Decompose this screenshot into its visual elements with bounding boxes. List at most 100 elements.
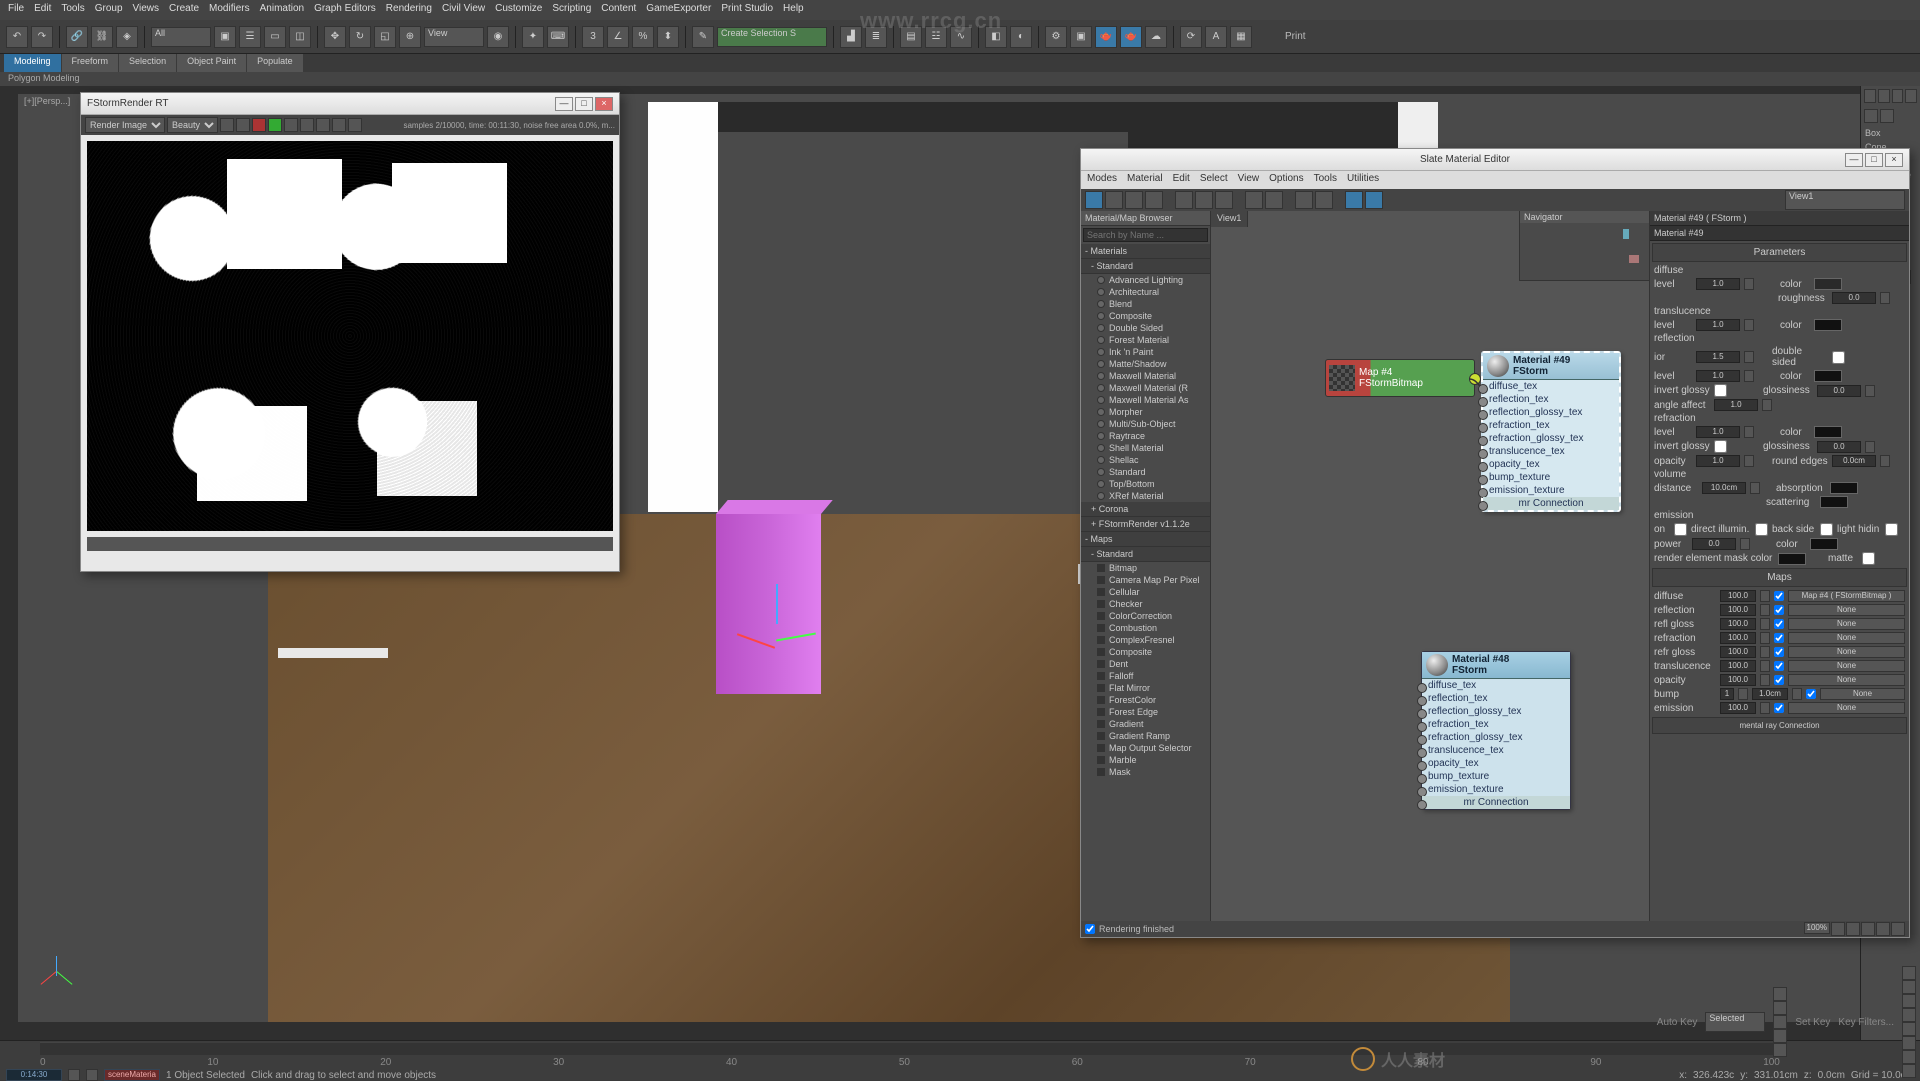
unlink-icon[interactable]: ⛓: [91, 26, 113, 48]
slate-menu-options[interactable]: Options: [1269, 173, 1303, 187]
spinner[interactable]: 100.0: [1720, 702, 1756, 714]
spinner[interactable]: 0.0: [1817, 385, 1861, 397]
browser-map-item[interactable]: Dent: [1081, 658, 1210, 670]
show-background-icon[interactable]: [1215, 191, 1233, 209]
spinner[interactable]: 100.0: [1720, 674, 1756, 686]
mat-id-icon[interactable]: [1295, 191, 1313, 209]
color-swatch[interactable]: [1810, 538, 1838, 550]
maximize-button[interactable]: □: [575, 97, 593, 111]
node-slot[interactable]: opacity_tex: [1422, 757, 1570, 770]
pivot-icon[interactable]: ◉: [487, 26, 509, 48]
spinner-button[interactable]: [1744, 426, 1754, 438]
select-name-icon[interactable]: ☰: [239, 26, 261, 48]
nav-icon[interactable]: [1902, 1022, 1916, 1036]
render-scrollbar[interactable]: [87, 537, 613, 551]
slate-material-editor[interactable]: Slate Material Editor — □ × ModesMateria…: [1080, 148, 1910, 938]
percent-snap-icon[interactable]: %: [632, 26, 654, 48]
pan-to-selected-icon[interactable]: [1891, 922, 1905, 936]
browser-map-item[interactable]: Cellular: [1081, 586, 1210, 598]
menu-customize[interactable]: Customize: [495, 3, 542, 17]
map-enable-checkbox[interactable]: [1774, 703, 1784, 713]
nav-icon[interactable]: [1902, 1008, 1916, 1022]
create-icon[interactable]: [1864, 89, 1876, 103]
map-enable-checkbox[interactable]: [1774, 605, 1784, 615]
move-children-icon[interactable]: [1145, 191, 1163, 209]
start-icon[interactable]: [268, 118, 282, 132]
spinner[interactable]: 1.0: [1714, 399, 1758, 411]
assign-icon[interactable]: [1105, 191, 1123, 209]
checkbox[interactable]: [1674, 523, 1687, 536]
filter-dropdown[interactable]: All: [151, 27, 211, 47]
bitmap-node[interactable]: Map #4FStormBitmap: [1325, 359, 1475, 397]
slate-menu-modes[interactable]: Modes: [1087, 173, 1117, 187]
mirror-icon[interactable]: ▟: [840, 26, 862, 48]
spinner-snap-icon[interactable]: ⬍: [657, 26, 679, 48]
node-slot[interactable]: refraction_glossy_tex: [1422, 731, 1570, 744]
select-by-mat-icon[interactable]: [1345, 191, 1363, 209]
node-slot[interactable]: opacity_tex: [1483, 458, 1619, 471]
browser-material-item[interactable]: Maxwell Material: [1081, 370, 1210, 382]
spinner-button[interactable]: [1760, 590, 1770, 602]
browser-map-item[interactable]: ColorCorrection: [1081, 610, 1210, 622]
slate-menu-view[interactable]: View: [1238, 173, 1260, 187]
browser-material-item[interactable]: Morpher: [1081, 406, 1210, 418]
spinner[interactable]: 1.0: [1696, 319, 1740, 331]
spinner-button[interactable]: [1744, 351, 1754, 363]
map-slot-button[interactable]: Map #4 ( FStormBitmap ): [1788, 590, 1905, 602]
spinner-button[interactable]: [1744, 278, 1754, 290]
browser-material-item[interactable]: Ink 'n Paint: [1081, 346, 1210, 358]
spinner-button[interactable]: [1865, 441, 1875, 453]
render-titlebar[interactable]: FStormRender RT — □ ×: [81, 93, 619, 115]
browser-material-item[interactable]: Shellac: [1081, 454, 1210, 466]
color-swatch[interactable]: [1778, 553, 1806, 565]
map-enable-checkbox[interactable]: [1774, 675, 1784, 685]
spinner-button[interactable]: [1738, 688, 1748, 700]
spinner[interactable]: 0.0: [1817, 441, 1861, 453]
browser-map-item[interactable]: Combustion: [1081, 622, 1210, 634]
section-corona[interactable]: + Corona: [1081, 502, 1210, 517]
pick-material-icon[interactable]: [1085, 191, 1103, 209]
slate-menu-edit[interactable]: Edit: [1173, 173, 1190, 187]
color-swatch[interactable]: [1830, 482, 1858, 494]
keymode-icon[interactable]: ⌨: [547, 26, 569, 48]
checkbox[interactable]: [1714, 440, 1727, 453]
render-setup-icon[interactable]: ⚙: [1045, 26, 1067, 48]
color-swatch[interactable]: [1814, 426, 1842, 438]
spinner[interactable]: 1.0: [1696, 278, 1740, 290]
material-node-48[interactable]: Material #48FStorm diffuse_texreflection…: [1421, 651, 1571, 810]
spinner-button[interactable]: [1760, 674, 1770, 686]
material-map-browser[interactable]: Material/Map Browser - Materials - Stand…: [1081, 211, 1211, 921]
spinner-button[interactable]: [1880, 455, 1890, 467]
checkbox[interactable]: [1755, 523, 1768, 536]
ribbon-tab-object paint[interactable]: Object Paint: [177, 54, 246, 72]
material-node-49[interactable]: Material #49FStorm diffuse_texreflection…: [1481, 351, 1621, 512]
map-slot-button[interactable]: None: [1820, 688, 1905, 700]
node-slot[interactable]: translucence_tex: [1483, 445, 1619, 458]
zoom-dropdown[interactable]: 100%: [1804, 922, 1830, 934]
ribbon-tab-populate[interactable]: Populate: [247, 54, 303, 72]
map-enable-checkbox[interactable]: [1774, 661, 1784, 671]
browser-material-item[interactable]: Blend: [1081, 298, 1210, 310]
bind-icon[interactable]: ◈: [116, 26, 138, 48]
parameter-editor[interactable]: Material #49 ( FStorm ) Material #49 Par…: [1649, 211, 1909, 921]
spinner[interactable]: 1.0: [1696, 455, 1740, 467]
map-slot-button[interactable]: None: [1788, 660, 1905, 672]
slate-menu-material[interactable]: Material: [1127, 173, 1163, 187]
show-map-icon[interactable]: [1195, 191, 1213, 209]
menu-tools[interactable]: Tools: [61, 3, 84, 17]
menu-printstudio[interactable]: Print Studio: [721, 3, 773, 17]
spinner[interactable]: 100.0: [1720, 604, 1756, 616]
autokey-button[interactable]: Auto Key: [1657, 1017, 1698, 1028]
spinner-button[interactable]: [1762, 399, 1772, 411]
spinner-button[interactable]: [1740, 538, 1750, 550]
redo-icon[interactable]: ↷: [31, 26, 53, 48]
ribbon-tab-selection[interactable]: Selection: [119, 54, 176, 72]
slate-menu-select[interactable]: Select: [1200, 173, 1228, 187]
select-rect-icon[interactable]: ▭: [264, 26, 286, 48]
browser-map-item[interactable]: Checker: [1081, 598, 1210, 610]
render-frame-icon[interactable]: ▣: [1070, 26, 1092, 48]
browser-map-item[interactable]: ComplexFresnel: [1081, 634, 1210, 646]
maps-rollout[interactable]: Maps: [1652, 568, 1907, 587]
a360-icon[interactable]: ⟳: [1180, 26, 1202, 48]
close-button[interactable]: ×: [1885, 153, 1903, 167]
